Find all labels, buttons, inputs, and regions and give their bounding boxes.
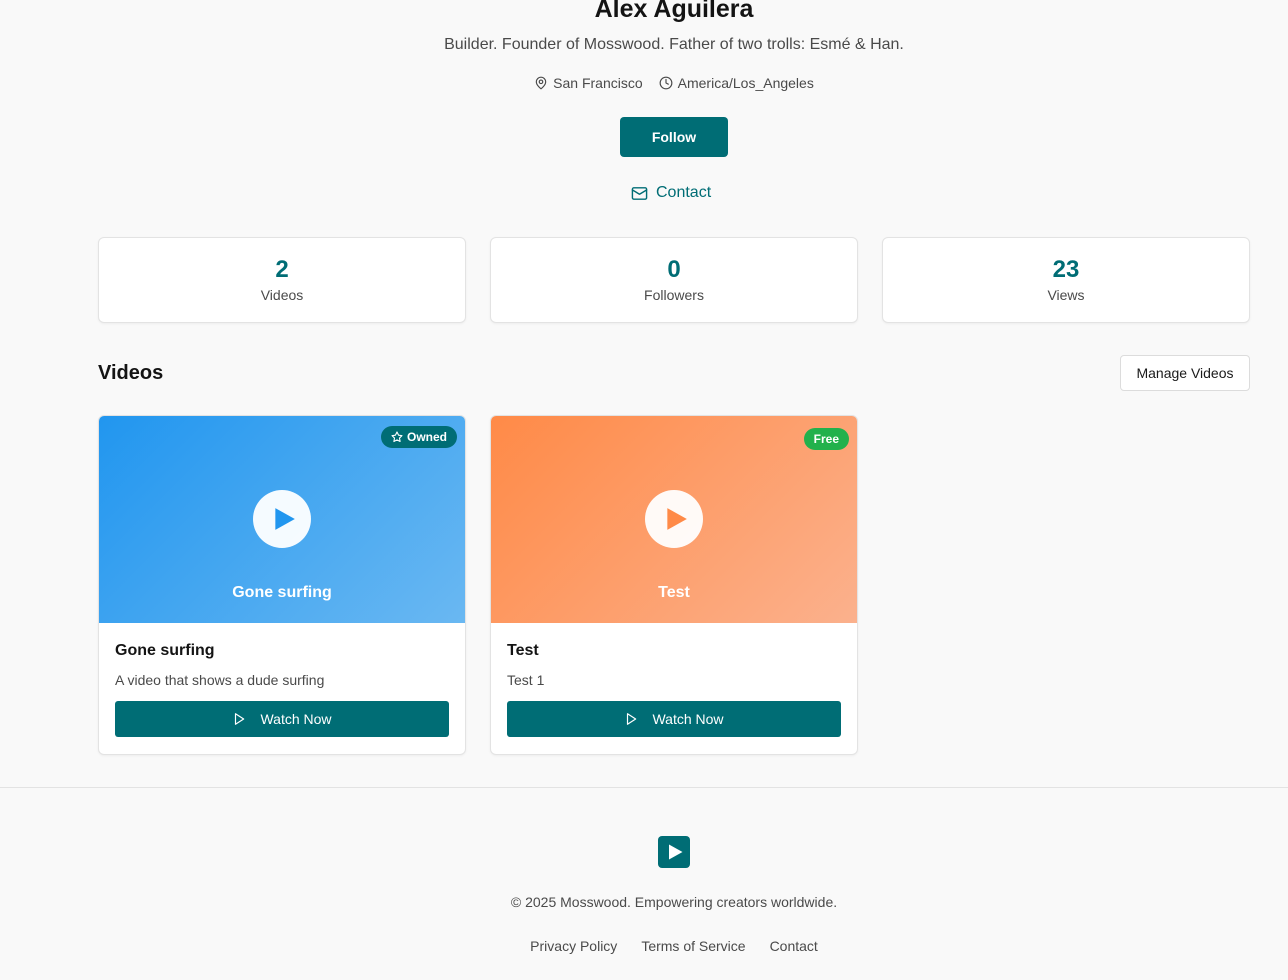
video-title: Test: [507, 642, 539, 659]
clock-icon: [659, 76, 673, 90]
video-description: Test 1: [507, 672, 545, 688]
play-icon: [627, 713, 637, 725]
profile-name: Alex Aguilera: [594, 0, 754, 23]
manage-videos-button[interactable]: Manage Videos: [1120, 355, 1250, 391]
map-pin-icon: [535, 76, 547, 90]
contact-link[interactable]: Contact: [631, 182, 711, 204]
owned-badge: Owned: [380, 426, 457, 448]
stat-label: Followers: [644, 287, 704, 303]
copyright-text: © 2025 Mosswood. Empowering creators wor…: [510, 894, 838, 910]
thumbnail-title: Gone surfing: [232, 584, 332, 601]
contact-label: Contact: [656, 184, 712, 201]
stat-views: 23 Views: [882, 237, 1250, 323]
play-icon: [669, 844, 683, 860]
card-body: Test Test 1 Watch Now: [491, 623, 857, 753]
stat-videos: 2 Videos: [98, 237, 466, 323]
video-card[interactable]: Owned Gone surfing Gone surfing A video …: [98, 415, 466, 755]
logo-icon[interactable]: [658, 836, 690, 868]
watch-now-button[interactable]: Watch Now: [115, 701, 449, 737]
location: San Francisco: [534, 73, 643, 93]
free-badge: Free: [803, 428, 849, 450]
stat-value: 2: [275, 256, 289, 283]
play-button[interactable]: [253, 490, 311, 548]
stat-value: 23: [1052, 256, 1080, 283]
stat-followers: 0 Followers: [490, 237, 858, 323]
video-description: A video that shows a dude surfing: [115, 672, 325, 688]
badge-label: Owned: [406, 430, 447, 444]
badge-label: Free: [813, 432, 839, 446]
play-icon: [667, 508, 687, 530]
footer-links: Privacy Policy Terms of Service Contact: [0, 937, 1288, 955]
follow-button[interactable]: Follow: [620, 117, 728, 157]
watch-now-button[interactable]: Watch Now: [507, 701, 841, 737]
videos-section-title: Videos: [98, 362, 164, 384]
play-icon: [235, 713, 245, 725]
profile-meta: San Francisco America/Los_Angeles: [0, 73, 1288, 93]
video-thumbnail[interactable]: Owned Gone surfing: [99, 416, 465, 623]
video-card[interactable]: Free Test Test Test 1 Watch Now: [490, 415, 858, 755]
terms-of-service-link[interactable]: Terms of Service: [641, 937, 745, 955]
video-thumbnail[interactable]: Free Test: [491, 416, 857, 623]
timezone: America/Los_Angeles: [659, 73, 814, 93]
video-title: Gone surfing: [115, 642, 215, 659]
stat-label: Videos: [260, 287, 304, 303]
location-text: San Francisco: [553, 75, 643, 91]
footer-contact-link[interactable]: Contact: [770, 937, 818, 955]
timezone-text: America/Los_Angeles: [677, 75, 814, 91]
footer-divider: [0, 787, 1288, 788]
thumbnail-title: Test: [658, 584, 690, 601]
profile-page: Alex Aguilera Builder. Founder of Mosswo…: [0, 0, 1288, 980]
stat-label: Views: [1047, 287, 1085, 303]
star-icon: [391, 431, 403, 443]
watch-now-label: Watch Now: [260, 711, 332, 727]
mail-icon: [631, 186, 648, 200]
card-body: Gone surfing A video that shows a dude s…: [99, 623, 465, 753]
play-button[interactable]: [645, 490, 703, 548]
stat-value: 0: [667, 256, 681, 283]
watch-now-label: Watch Now: [652, 711, 724, 727]
profile-bio: Builder. Founder of Mosswood. Father of …: [444, 36, 904, 53]
play-icon: [275, 508, 295, 530]
privacy-policy-link[interactable]: Privacy Policy: [530, 937, 617, 955]
